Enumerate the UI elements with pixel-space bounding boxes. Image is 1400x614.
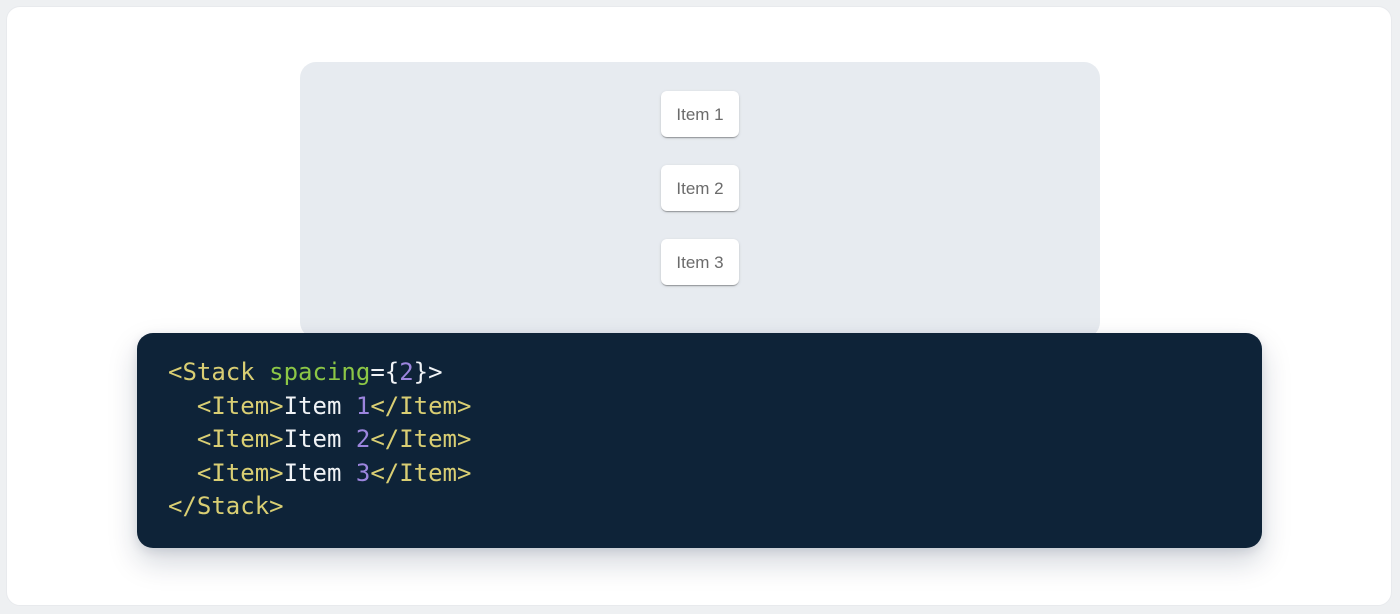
code-token-tag: </Item> bbox=[370, 392, 471, 420]
code-token-plain: }> bbox=[414, 358, 443, 386]
stack-item: Item 3 bbox=[661, 239, 739, 285]
code-token-tag: <Item> bbox=[197, 459, 284, 487]
code-line: </Stack> bbox=[168, 490, 1231, 524]
code-line: <Item>Item 3</Item> bbox=[168, 457, 1231, 491]
code-token-plain: ={ bbox=[370, 358, 399, 386]
code-token-plain: Item bbox=[284, 425, 356, 453]
code-token-tag: <Item> bbox=[197, 392, 284, 420]
code-token-plain bbox=[168, 459, 197, 487]
code-token-number: 3 bbox=[356, 459, 370, 487]
code-token-tag: </Item> bbox=[370, 425, 471, 453]
code-token-plain bbox=[255, 358, 269, 386]
code-token-attribute: spacing bbox=[269, 358, 370, 386]
code-block: <Stack spacing={2}> <Item>Item 1</Item> … bbox=[137, 333, 1262, 548]
code-token-plain bbox=[168, 425, 197, 453]
page-canvas: Item 1Item 2Item 3 <Stack spacing={2}> <… bbox=[0, 0, 1400, 614]
code-token-plain: Item bbox=[284, 392, 356, 420]
code-token-plain: Item bbox=[284, 459, 356, 487]
code-token-tag: <Item> bbox=[197, 425, 284, 453]
code-snippet: <Stack spacing={2}> <Item>Item 1</Item> … bbox=[137, 333, 1262, 547]
code-token-number: 2 bbox=[356, 425, 370, 453]
code-token-tag: </Item> bbox=[370, 459, 471, 487]
code-token-plain bbox=[168, 392, 197, 420]
code-token-tag: </Stack> bbox=[168, 492, 284, 520]
stack-item: Item 2 bbox=[661, 165, 739, 211]
stack-demo: Item 1 Item 2 Item 3 bbox=[300, 62, 1100, 285]
code-token-number: 1 bbox=[356, 392, 370, 420]
demo-panel: Item 1 Item 2 Item 3 bbox=[300, 62, 1100, 338]
code-line: <Stack spacing={2}> bbox=[168, 356, 1231, 390]
stack-item: Item 1 bbox=[661, 91, 739, 137]
code-line: <Item>Item 1</Item> bbox=[168, 390, 1231, 424]
code-token-tag: <Stack bbox=[168, 358, 255, 386]
code-line: <Item>Item 2</Item> bbox=[168, 423, 1231, 457]
code-token-number: 2 bbox=[399, 358, 413, 386]
